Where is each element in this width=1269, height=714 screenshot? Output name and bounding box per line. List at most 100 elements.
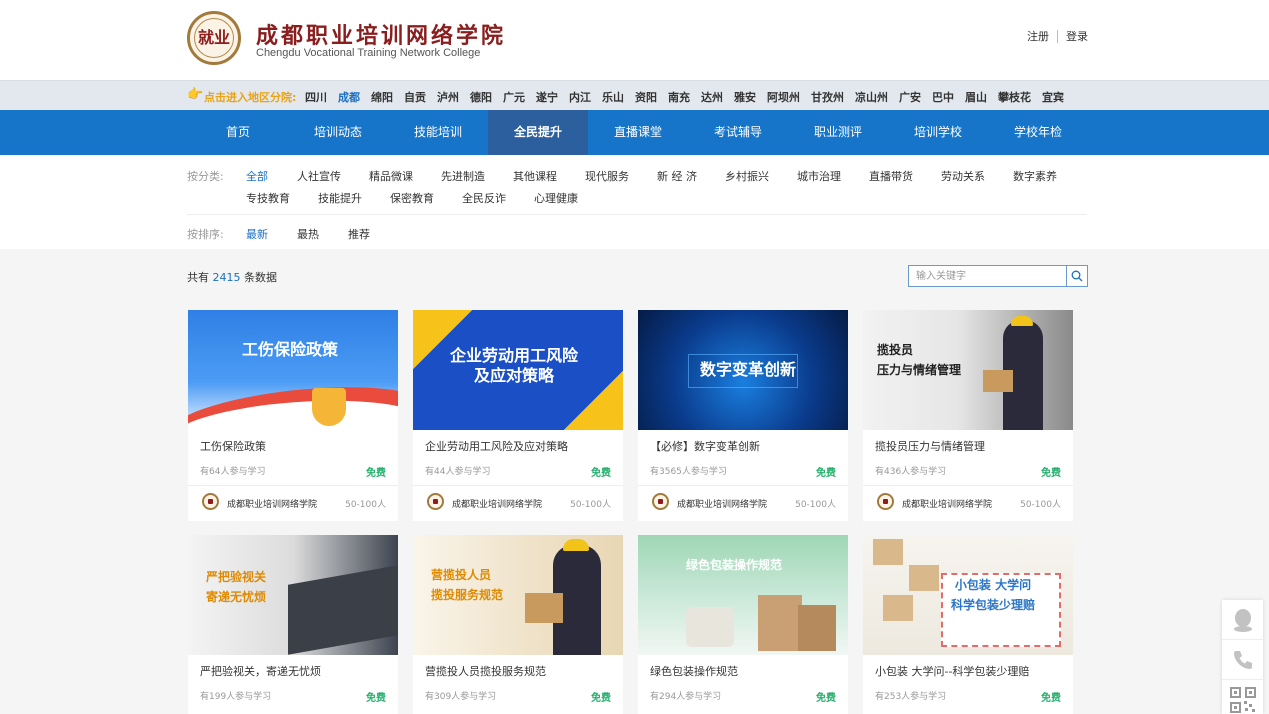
pointing-hand-icon: 👉 [187,87,204,102]
region-link[interactable]: 泸州 [437,89,459,105]
region-link[interactable]: 广安 [899,89,921,105]
thumbnail-caption: 企业劳动用工风险 及应对策略 [450,346,579,385]
course-title[interactable]: 【必修】数字变革创新 [650,438,760,454]
category-filter[interactable]: 专技教育 [246,190,290,206]
region-link[interactable]: 成都 [338,89,360,105]
course-thumbnail[interactable]: 小包装 大学问 科学包装少理赔 [863,535,1073,655]
learner-count: 有44人参与学习 [425,467,491,477]
region-link[interactable]: 雅安 [734,89,756,105]
class-size: 50-100人 [570,500,611,510]
register-link[interactable]: 注册 [1027,28,1049,44]
course-title[interactable]: 工伤保险政策 [200,438,266,454]
logo-seal: 就业 [194,18,234,58]
category-filter[interactable]: 直播带货 [869,168,913,184]
region-link[interactable]: 凉山州 [855,89,888,105]
qrcode-icon [1229,687,1256,713]
region-link[interactable]: 达州 [701,89,723,105]
course-card[interactable]: 绿色包装操作规范 绿色包装操作规范 有294人参与学习 免费 [638,535,848,714]
nav-item[interactable]: 培训动态 [288,110,388,155]
category-filter[interactable]: 城市治理 [797,168,841,184]
region-link[interactable]: 广元 [503,89,525,105]
organization-name: 成都职业培训网络学院 [227,500,318,510]
course-card[interactable]: 数字变革创新 【必修】数字变革创新 有3565人参与学习 免费 成都职业培训网络学院 50… [638,310,848,521]
course-card[interactable]: 小包装 大学问 科学包装少理赔 小包装 大学问--科学包装少理赔 有253人参与学习… [863,535,1073,714]
search-icon [1071,270,1083,282]
thumbnail-caption: 数字变革创新 [700,360,797,379]
course-title[interactable]: 企业劳动用工风险及应对策略 [425,438,568,454]
course-thumbnail[interactable]: 绿色包装操作规范 [638,535,848,655]
category-filter[interactable]: 保密教育 [390,190,434,206]
region-link[interactable]: 眉山 [965,89,987,105]
course-title[interactable]: 严把验视关，寄递无忧烦 [200,663,321,679]
course-thumbnail[interactable]: 企业劳动用工风险 及应对策略 [413,310,623,430]
course-title[interactable]: 绿色包装操作规范 [650,663,738,679]
region-link[interactable]: 绵阳 [371,89,393,105]
category-filter[interactable]: 心理健康 [534,190,578,206]
course-thumbnail[interactable]: 揽投员 压力与情绪管理 [863,310,1073,430]
category-filter[interactable]: 数字素养 [1013,168,1057,184]
course-card[interactable]: 严把验视关 寄递无忧烦 严把验视关，寄递无忧烦 有199人参与学习 免费 [188,535,398,714]
category-filter[interactable]: 先进制造 [441,168,485,184]
course-card[interactable]: 揽投员 压力与情绪管理 揽投员压力与情绪管理 有436人参与学习 免费 成都职业培训网络… [863,310,1073,521]
region-link[interactable]: 阿坝州 [767,89,800,105]
category-label: 按分类: [187,170,224,183]
login-link[interactable]: 登录 [1066,28,1088,44]
region-link[interactable]: 内江 [569,89,591,105]
region-link[interactable]: 宜宾 [1042,89,1064,105]
site-title: 成都职业培训网络学院 [256,23,507,49]
organization-name: 成都职业培训网络学院 [677,500,768,510]
category-filter[interactable]: 劳动关系 [941,168,985,184]
category-filter[interactable]: 新 经 济 [657,168,697,184]
sort-option[interactable]: 最热 [297,226,319,242]
course-card[interactable]: 营揽投人员 揽投服务规范 营揽投人员揽投服务规范 有309人参与学习 免费 [413,535,623,714]
category-filter[interactable]: 全部 [246,168,268,184]
course-title[interactable]: 揽投员压力与情绪管理 [875,438,985,454]
course-card[interactable]: 工伤保险政策 工伤保险政策 有64人参与学习 免费 成都职业培训网络学院 50-100人 [188,310,398,521]
category-filter[interactable]: 精品微课 [369,168,413,184]
category-filter[interactable]: 技能提升 [318,190,362,206]
search-input[interactable] [909,266,1067,286]
nav-item[interactable]: 学校年检 [988,110,1088,155]
course-title[interactable]: 营揽投人员揽投服务规范 [425,663,546,679]
side-phone-button[interactable] [1222,640,1263,680]
side-qrcode-button[interactable] [1222,680,1263,714]
region-link[interactable]: 资阳 [635,89,657,105]
region-link[interactable]: 四川 [305,89,327,105]
course-thumbnail[interactable]: 数字变革创新 [638,310,848,430]
class-size: 50-100人 [1020,500,1061,510]
course-thumbnail[interactable]: 严把验视关 寄递无忧烦 [188,535,398,655]
course-thumbnail[interactable]: 营揽投人员 揽投服务规范 [413,535,623,655]
region-link[interactable]: 遂宁 [536,89,558,105]
search-box [908,265,1088,287]
org-logo-icon [652,493,669,510]
region-link[interactable]: 南充 [668,89,690,105]
nav-item[interactable]: 职业测评 [788,110,888,155]
category-filter[interactable]: 人社宣传 [297,168,341,184]
course-thumbnail[interactable]: 工伤保险政策 [188,310,398,430]
search-button[interactable] [1066,266,1087,286]
region-link[interactable]: 乐山 [602,89,624,105]
nav-item[interactable]: 培训学校 [888,110,988,155]
sort-option[interactable]: 推荐 [348,226,370,242]
category-filter[interactable]: 全民反诈 [462,190,506,206]
nav-item[interactable]: 技能培训 [388,110,488,155]
nav-item[interactable]: 考试辅导 [688,110,788,155]
category-filter[interactable]: 其他课程 [513,168,557,184]
region-link[interactable]: 巴中 [932,89,954,105]
region-link[interactable]: 德阳 [470,89,492,105]
org-logo-icon [877,493,894,510]
region-link[interactable]: 自贡 [404,89,426,105]
region-link[interactable]: 甘孜州 [811,89,844,105]
course-card[interactable]: 企业劳动用工风险 及应对策略 企业劳动用工风险及应对策略 有44人参与学习 免费 成都职… [413,310,623,521]
course-title[interactable]: 小包装 大学问--科学包装少理赔 [875,663,1029,679]
nav-item[interactable]: 首页 [188,110,288,155]
site-logo[interactable]: 就业 [187,11,241,65]
category-filter[interactable]: 现代服务 [585,168,629,184]
nav-item[interactable]: 全民提升 [488,110,588,155]
region-link[interactable]: 攀枝花 [998,89,1031,105]
nav-item[interactable]: 直播课堂 [588,110,688,155]
side-qq-button[interactable] [1222,600,1263,640]
category-filter[interactable]: 乡村振兴 [725,168,769,184]
sort-option[interactable]: 最新 [246,226,268,242]
region-bar: 👉 点击进入地区分院: 四川 成都 绵阳 自贡 泸州 德阳 广元 遂宁 内江 乐山 资阳 南充 达州 雅安… [0,80,1269,110]
